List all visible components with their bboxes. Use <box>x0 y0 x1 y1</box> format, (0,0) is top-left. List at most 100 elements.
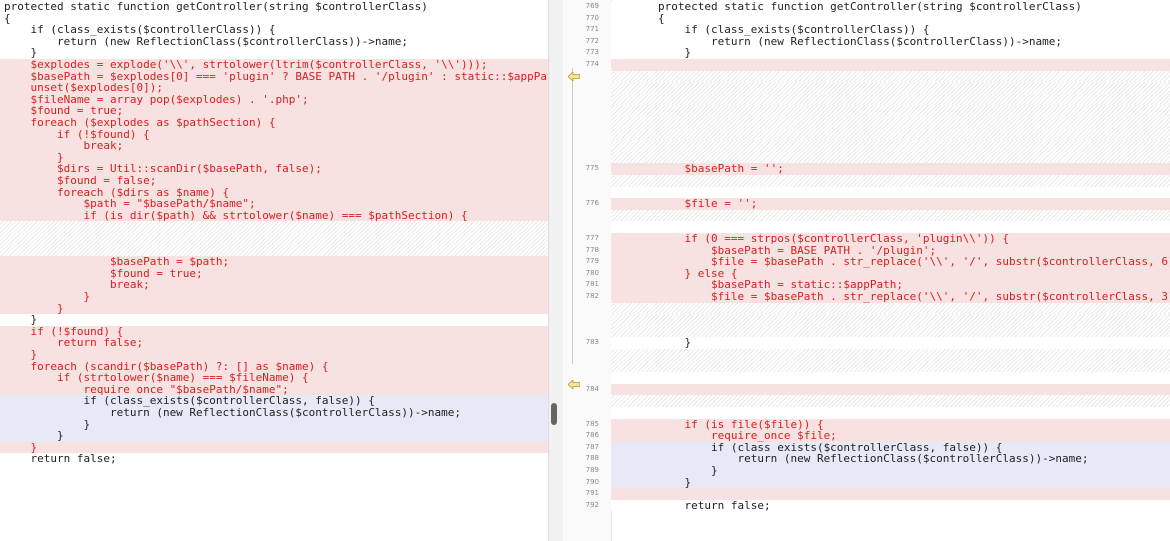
code-line: } <box>0 349 548 361</box>
line-number: 786 <box>585 431 599 440</box>
code-text: return (new ReflectionClass($controllerC… <box>658 452 1089 466</box>
line-number: 779 <box>585 257 599 266</box>
line-number: 792 <box>585 500 599 509</box>
gutter-row <box>563 175 611 187</box>
code-line: protected static function getController(… <box>0 1 548 13</box>
code-text: } <box>658 475 692 489</box>
code-line <box>611 117 1170 129</box>
code-line <box>611 128 1170 141</box>
code-line: $file = ''; <box>611 198 1170 210</box>
code-line: $explodes = explode('\\', strtolower(ltr… <box>0 59 548 71</box>
line-number: 785 <box>585 419 599 428</box>
gutter-row <box>563 349 611 361</box>
code-text: $found = false; <box>4 174 157 187</box>
change-connector-line <box>572 68 573 364</box>
code-line: return (new ReflectionClass($controllerC… <box>0 36 548 48</box>
gutter-row <box>563 117 611 129</box>
code-line: } <box>611 47 1170 59</box>
code-line <box>611 407 1170 419</box>
line-number: 771 <box>585 25 599 34</box>
code-text: $basePath = ''; <box>658 162 784 176</box>
code-line: $found = false; <box>0 175 548 187</box>
code-line: } <box>0 430 548 442</box>
code-line <box>611 302 1170 315</box>
code-text: protected static function getController(… <box>4 0 428 13</box>
line-number: 773 <box>585 48 599 57</box>
code-line: return false; <box>611 500 1170 512</box>
code-line: $basePath = ''; <box>611 163 1170 175</box>
code-text: return (new ReflectionClass($controllerC… <box>4 406 461 419</box>
code-text: return false; <box>4 452 117 466</box>
code-line: return false; <box>0 453 548 465</box>
code-line: protected static function getController(… <box>611 1 1170 13</box>
code-line <box>611 59 1170 71</box>
code-line <box>611 105 1170 117</box>
gutter-row <box>563 303 611 315</box>
code-line: } <box>0 418 548 431</box>
merge-left-arrow-icon[interactable] <box>568 72 580 81</box>
scrollbar-thumb[interactable] <box>551 403 557 425</box>
line-number: 770 <box>585 13 599 22</box>
line-number: 789 <box>585 466 599 474</box>
code-line: } <box>0 302 548 315</box>
code-line <box>611 314 1170 326</box>
gutter-row <box>563 407 611 419</box>
code-text: protected static function getController(… <box>658 0 1082 13</box>
code-line: } <box>611 475 1170 489</box>
code-text: foreach ($explodes as $pathSection) { <box>4 116 276 129</box>
line-number: 781 <box>585 280 599 289</box>
line-number: 772 <box>585 36 599 45</box>
code-text: $file = $basePath . str_replace('\\', '/… <box>710 290 1170 303</box>
code-line: $file = $basePath . str_replace('\\', '/… <box>611 291 1170 303</box>
code-text: return (new ReflectionClass($controllerC… <box>4 34 408 48</box>
code-text: } <box>4 348 38 361</box>
gutter-row <box>563 152 611 164</box>
code-line: } <box>0 291 548 303</box>
code-line: if (0 === strpos($controllerClass, 'plug… <box>611 233 1170 245</box>
code-line: foreach ($explodes as $pathSection) { <box>0 117 548 129</box>
code-line <box>611 93 1170 106</box>
line-number: 788 <box>585 454 599 463</box>
line-number: 790 <box>585 477 599 486</box>
code-line: return false; <box>0 337 548 349</box>
left-code-pane[interactable]: protected static function getController(… <box>0 0 548 541</box>
gutter-row <box>563 326 611 338</box>
line-number: 776 <box>585 199 599 208</box>
code-line <box>611 70 1170 83</box>
code-text: return (new ReflectionClass($controllerC… <box>658 34 1062 48</box>
code-text: $file = ''; <box>658 197 758 211</box>
code-text: return false; <box>658 498 771 512</box>
gutter-row <box>563 129 611 141</box>
gutter-row <box>563 361 611 373</box>
code-line: break; <box>0 140 548 152</box>
code-line <box>611 395 1170 407</box>
line-number: 787 <box>585 442 599 451</box>
code-text: } <box>658 336 692 350</box>
line-number: 778 <box>585 245 599 254</box>
code-text: } <box>4 290 91 303</box>
code-line <box>0 221 548 233</box>
code-line <box>611 325 1170 338</box>
gutter-row <box>563 314 611 326</box>
gutter-row <box>563 105 611 117</box>
code-line: } <box>611 465 1170 477</box>
code-line: return (new ReflectionClass($controllerC… <box>0 407 548 419</box>
code-line <box>611 209 1170 222</box>
right-code-pane[interactable]: 769 770 771 772 773 774 775 776 777 778 779 780 781 7… <box>563 0 1170 541</box>
code-line <box>611 82 1170 94</box>
code-text: if (0 === strpos($controllerClass, 'plug… <box>658 232 1009 245</box>
code-line: return (new ReflectionClass($controllerC… <box>611 36 1170 48</box>
code-line: } <box>611 337 1170 349</box>
gutter-row <box>563 210 611 222</box>
code-line <box>611 140 1170 152</box>
line-number: 777 <box>585 234 599 242</box>
code-line <box>611 383 1170 396</box>
right-code-area[interactable]: protected static function getController(… <box>611 0 1170 541</box>
gutter-row <box>563 187 611 199</box>
code-line <box>0 233 548 245</box>
line-number: 784 <box>585 384 599 393</box>
code-line <box>611 175 1170 187</box>
code-text: } <box>658 46 692 60</box>
line-number: 775 <box>585 164 599 173</box>
code-text: if (is_dir($path) && strtolower($name) =… <box>4 208 468 222</box>
